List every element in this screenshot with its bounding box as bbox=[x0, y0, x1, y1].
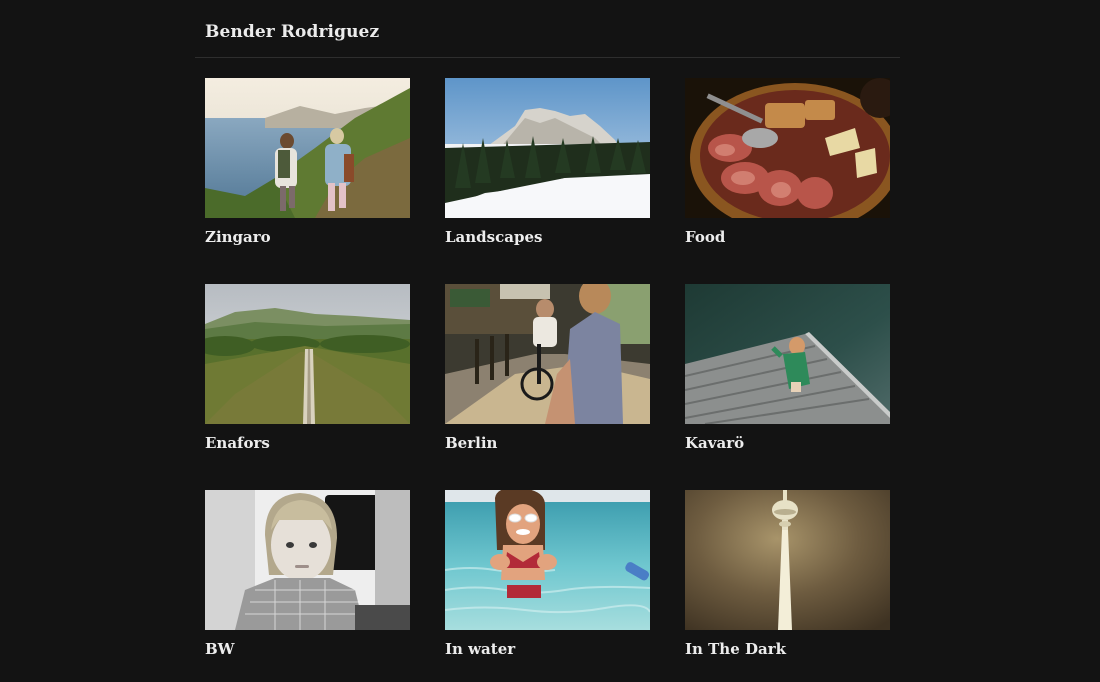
site-header: Bender Rodriguez bbox=[195, 0, 900, 58]
album-card-enafors[interactable]: Enafors bbox=[205, 284, 410, 452]
album-card-landscapes[interactable]: Landscapes bbox=[445, 78, 650, 246]
album-card-bw[interactable]: BW bbox=[205, 490, 410, 658]
album-card-in-water[interactable]: In water bbox=[445, 490, 650, 658]
album-thumbnail-bw[interactable] bbox=[205, 490, 410, 630]
album-thumbnail-zingaro[interactable] bbox=[205, 78, 410, 218]
album-card-berlin[interactable]: Berlin bbox=[445, 284, 650, 452]
album-thumbnail-landscapes[interactable] bbox=[445, 78, 650, 218]
album-title[interactable]: Berlin bbox=[445, 434, 650, 452]
site-title-link[interactable]: Bender Rodriguez bbox=[205, 22, 379, 42]
album-thumbnail-food[interactable] bbox=[685, 78, 890, 218]
album-card-kavaro[interactable]: Kavarö bbox=[685, 284, 890, 452]
album-thumbnail-berlin[interactable] bbox=[445, 284, 650, 424]
album-card-food[interactable]: Food bbox=[685, 78, 890, 246]
album-title[interactable]: In The Dark bbox=[685, 640, 890, 658]
album-thumbnail-kavaro[interactable] bbox=[685, 284, 890, 424]
album-card-zingaro[interactable]: Zingaro bbox=[205, 78, 410, 246]
album-title[interactable]: In water bbox=[445, 640, 650, 658]
album-thumbnail-in-the-dark[interactable] bbox=[685, 490, 890, 630]
album-card-in-the-dark[interactable]: In The Dark bbox=[685, 490, 890, 658]
album-title[interactable]: BW bbox=[205, 640, 410, 658]
album-thumbnail-enafors[interactable] bbox=[205, 284, 410, 424]
album-title[interactable]: Zingaro bbox=[205, 228, 410, 246]
album-thumbnail-in-water[interactable] bbox=[445, 490, 650, 630]
album-title[interactable]: Landscapes bbox=[445, 228, 650, 246]
album-title[interactable]: Kavarö bbox=[685, 434, 890, 452]
album-title[interactable]: Enafors bbox=[205, 434, 410, 452]
album-title[interactable]: Food bbox=[685, 228, 890, 246]
